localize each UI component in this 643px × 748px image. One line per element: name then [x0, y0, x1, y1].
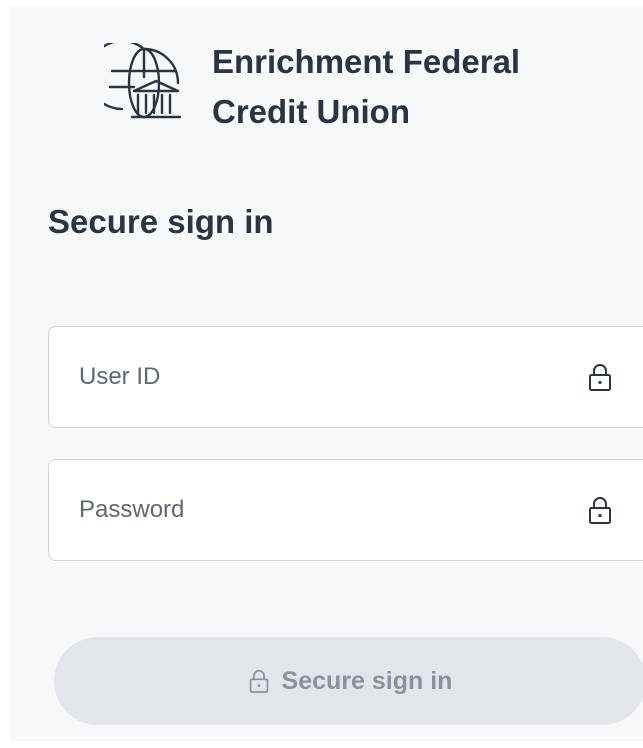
- globe-bank-icon: [104, 43, 182, 119]
- user-id-input[interactable]: [49, 327, 587, 427]
- lock-icon: [249, 670, 268, 693]
- secure-sign-in-button-label: Secure sign in: [281, 666, 453, 695]
- brand-header: Enrichment Federal Credit Union: [104, 37, 520, 137]
- user-id-field[interactable]: [48, 326, 643, 428]
- lock-icon: [589, 497, 611, 524]
- brand-name: Enrichment Federal Credit Union: [212, 37, 520, 137]
- password-field[interactable]: [48, 459, 643, 561]
- page-title: Secure sign in: [48, 203, 274, 240]
- secure-sign-in-button[interactable]: Secure sign in: [54, 637, 643, 725]
- brand-name-line-2: Credit Union: [212, 93, 410, 130]
- brand-name-line-1: Enrichment Federal: [212, 43, 521, 80]
- sign-in-panel: Enrichment Federal Credit Union Secure s…: [10, 7, 643, 741]
- password-input[interactable]: [49, 460, 587, 560]
- lock-icon: [589, 364, 611, 391]
